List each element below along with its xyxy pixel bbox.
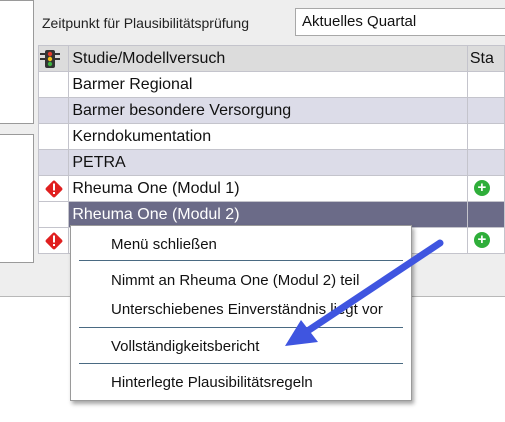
pointer-arrow-icon: [285, 239, 444, 346]
